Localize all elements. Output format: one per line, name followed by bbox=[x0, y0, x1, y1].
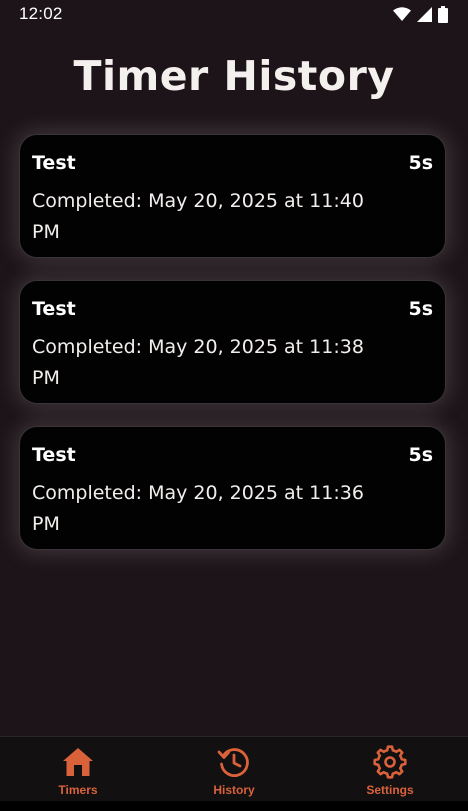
cell-signal-icon bbox=[417, 6, 432, 22]
status-icons bbox=[393, 5, 448, 23]
timer-name: Test bbox=[32, 444, 76, 466]
nav-item-settings[interactable]: Settings bbox=[312, 737, 468, 802]
timer-duration: 5s bbox=[408, 298, 433, 320]
timer-duration: 5s bbox=[408, 152, 433, 174]
bottom-nav: Timers History Settings bbox=[0, 736, 468, 802]
page-title: Timer History bbox=[73, 52, 395, 100]
status-time: 12:02 bbox=[19, 4, 63, 23]
history-card[interactable]: Test 5s Completed: May 20, 2025 at 11:38… bbox=[19, 280, 446, 404]
home-icon bbox=[61, 745, 95, 779]
nav-label-timers: Timers bbox=[58, 783, 98, 797]
completed-timestamp: Completed: May 20, 2025 at 11:38 PM bbox=[32, 336, 364, 389]
history-icon bbox=[217, 745, 251, 779]
nav-label-history: History bbox=[213, 783, 255, 797]
status-bar: 12:02 bbox=[0, 0, 468, 28]
timer-duration: 5s bbox=[408, 444, 433, 466]
gear-icon bbox=[373, 745, 407, 779]
history-card[interactable]: Test 5s Completed: May 20, 2025 at 11:36… bbox=[19, 426, 446, 550]
timer-name: Test bbox=[32, 298, 76, 320]
wifi-icon bbox=[393, 7, 411, 21]
battery-icon bbox=[438, 5, 448, 23]
system-navigation-bar bbox=[0, 801, 468, 811]
nav-item-history[interactable]: History bbox=[156, 737, 312, 802]
timer-name: Test bbox=[32, 152, 76, 174]
completed-timestamp: Completed: May 20, 2025 at 11:36 PM bbox=[32, 482, 364, 535]
completed-timestamp: Completed: May 20, 2025 at 11:40 PM bbox=[32, 190, 364, 243]
nav-item-timers[interactable]: Timers bbox=[0, 737, 156, 802]
history-card[interactable]: Test 5s Completed: May 20, 2025 at 11:40… bbox=[19, 134, 446, 258]
nav-label-settings: Settings bbox=[366, 783, 414, 797]
history-list: Test 5s Completed: May 20, 2025 at 11:40… bbox=[19, 134, 446, 572]
